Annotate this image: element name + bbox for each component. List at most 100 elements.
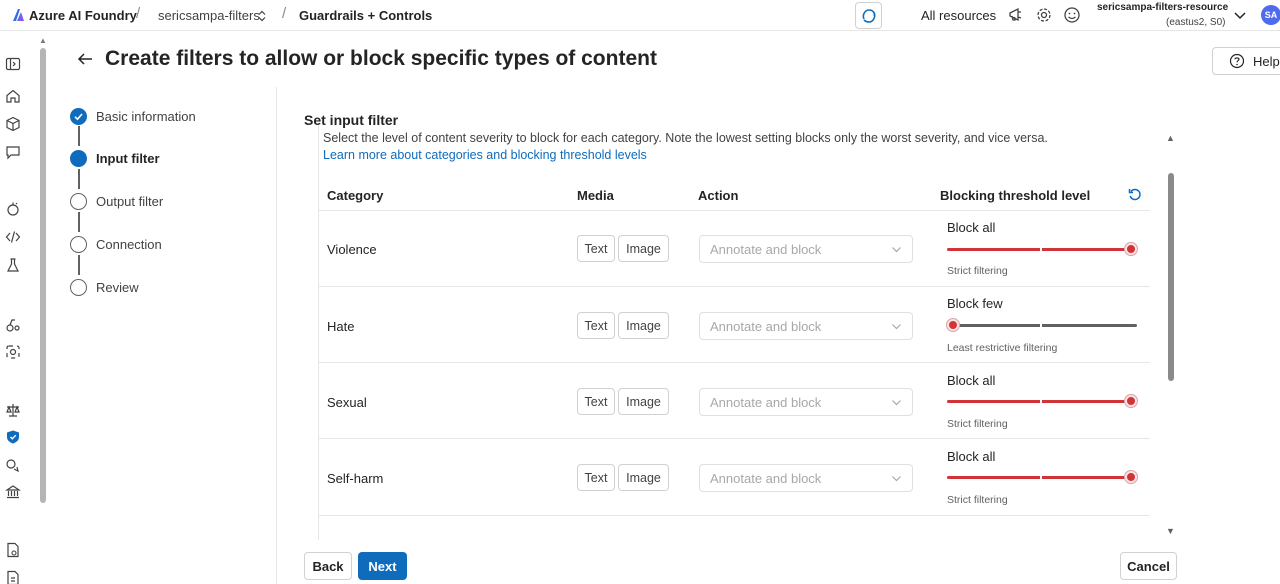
back-arrow-icon[interactable]	[76, 50, 94, 68]
slider-track	[947, 400, 1137, 403]
content-scrollbar-thumb[interactable]	[1168, 173, 1174, 381]
slider-tick	[1040, 247, 1042, 252]
threshold-slider[interactable]	[947, 243, 1137, 255]
learn-more-link[interactable]: Learn more about categories and blocking…	[323, 148, 647, 162]
media-image-button[interactable]: Image	[618, 388, 669, 415]
help-button[interactable]: Help	[1212, 47, 1280, 75]
step-label: Basic information	[96, 109, 196, 124]
threshold-label: Block all	[947, 220, 996, 235]
reset-icon[interactable]	[1127, 187, 1143, 203]
shield-check-icon[interactable]	[5, 429, 21, 445]
cube-icon[interactable]	[5, 116, 21, 132]
all-resources-link[interactable]: All resources	[921, 8, 996, 23]
scales-icon[interactable]	[5, 402, 21, 418]
action-dropdown[interactable]: Annotate and block	[699, 388, 913, 416]
row-divider	[319, 286, 1150, 287]
chevron-down-icon[interactable]	[1233, 8, 1247, 22]
chat-icon[interactable]	[5, 144, 21, 160]
breadcrumb-separator: /	[136, 5, 141, 22]
avatar[interactable]: SA	[1261, 5, 1280, 25]
scroll-up-arrow-icon[interactable]: ▲	[1166, 133, 1175, 143]
media-image-button[interactable]: Image	[618, 464, 669, 491]
content-scrollbar[interactable]: ▲ ▼	[1165, 131, 1177, 541]
agent-icon[interactable]	[5, 201, 21, 217]
brand-name[interactable]: Azure AI Foundry	[29, 8, 137, 23]
copilot-button[interactable]	[855, 2, 882, 29]
nav-scrollbar-thumb[interactable]	[40, 48, 46, 503]
code-icon[interactable]	[5, 229, 21, 245]
action-dropdown[interactable]: Annotate and block	[699, 464, 913, 492]
gear-icon[interactable]	[1035, 6, 1053, 24]
slider-track	[947, 324, 1137, 327]
chat-bubbles-icon[interactable]	[5, 457, 21, 473]
document-settings-icon[interactable]	[5, 542, 21, 558]
step-label: Review	[96, 280, 139, 295]
bank-icon[interactable]	[5, 484, 21, 500]
step-review[interactable]: Review	[70, 279, 139, 296]
page-title: Create filters to allow or block specifi…	[105, 47, 657, 70]
column-header-category: Category	[327, 188, 384, 203]
cancel-button[interactable]: Cancel	[1120, 552, 1177, 580]
action-dropdown-value: Annotate and block	[710, 318, 822, 334]
copilot-icon	[862, 8, 875, 23]
media-image-button[interactable]: Image	[618, 312, 669, 339]
step-label: Connection	[96, 237, 162, 252]
content-left-border	[318, 125, 319, 540]
step-connection[interactable]: Connection	[70, 236, 162, 253]
media-text-button[interactable]: Text	[577, 464, 615, 491]
document-icon[interactable]	[5, 570, 21, 584]
feedback-smiley-icon[interactable]	[1063, 6, 1081, 24]
slider-thumb[interactable]	[1125, 471, 1137, 483]
slider-track	[947, 476, 1137, 479]
action-dropdown-value: Annotate and block	[710, 394, 822, 410]
step-output-filter[interactable]: Output filter	[70, 193, 163, 210]
threshold-label: Block few	[947, 296, 1003, 311]
step-connector	[78, 212, 80, 232]
account-region: (eastus2, S0)	[1166, 17, 1226, 28]
media-text-button[interactable]: Text	[577, 388, 615, 415]
scroll-up-arrow-icon[interactable]: ▲	[39, 36, 47, 45]
threshold-slider[interactable]	[947, 319, 1137, 331]
threshold-description: Strict filtering	[947, 265, 1008, 277]
media-text-button[interactable]: Text	[577, 312, 615, 339]
breadcrumb-project[interactable]: sericsampa-filters	[158, 8, 260, 23]
threshold-description: Least restrictive filtering	[947, 342, 1058, 354]
scroll-down-arrow-icon[interactable]: ▼	[1166, 526, 1175, 536]
breadcrumb-section[interactable]: Guardrails + Controls	[299, 8, 432, 23]
slider-thumb[interactable]	[947, 319, 959, 331]
media-image-button[interactable]: Image	[618, 235, 669, 262]
vision-icon[interactable]	[5, 344, 21, 360]
account-resource-name[interactable]: sericsampa-filters-resource	[1097, 2, 1228, 13]
threshold-label: Block all	[947, 449, 996, 464]
row-divider	[319, 515, 1150, 516]
chevron-up-down-icon[interactable]	[257, 10, 267, 22]
home-icon[interactable]	[5, 88, 21, 104]
step-basic-information[interactable]: Basic information	[70, 108, 196, 125]
action-dropdown-value: Annotate and block	[710, 241, 822, 257]
megaphone-icon[interactable]	[1007, 6, 1025, 24]
media-text-button[interactable]: Text	[577, 235, 615, 262]
next-button[interactable]: Next	[358, 552, 407, 580]
expand-panel-icon[interactable]	[5, 56, 21, 72]
threshold-slider[interactable]	[947, 471, 1137, 483]
threshold-description: Strict filtering	[947, 494, 1008, 506]
nav-scrollbar[interactable]: ▲	[38, 36, 48, 584]
step-input-filter[interactable]: Input filter	[70, 150, 160, 167]
slider-track	[947, 248, 1137, 251]
slider-thumb[interactable]	[1125, 395, 1137, 407]
step-pending-indicator	[70, 236, 87, 253]
beaker-icon[interactable]	[5, 257, 21, 273]
fine-tune-icon[interactable]	[5, 317, 21, 333]
step-label: Output filter	[96, 194, 164, 209]
step-current-indicator	[70, 150, 87, 167]
threshold-slider[interactable]	[947, 395, 1137, 407]
help-label: Help	[1253, 53, 1280, 69]
action-dropdown[interactable]: Annotate and block	[699, 312, 913, 340]
slider-thumb[interactable]	[1125, 243, 1137, 255]
step-pending-indicator	[70, 279, 87, 296]
category-name: Hate	[327, 319, 355, 334]
action-dropdown[interactable]: Annotate and block	[699, 235, 913, 263]
azure-ai-foundry-logo[interactable]	[10, 7, 26, 23]
back-button[interactable]: Back	[304, 552, 352, 580]
threshold-description: Strict filtering	[947, 418, 1008, 430]
